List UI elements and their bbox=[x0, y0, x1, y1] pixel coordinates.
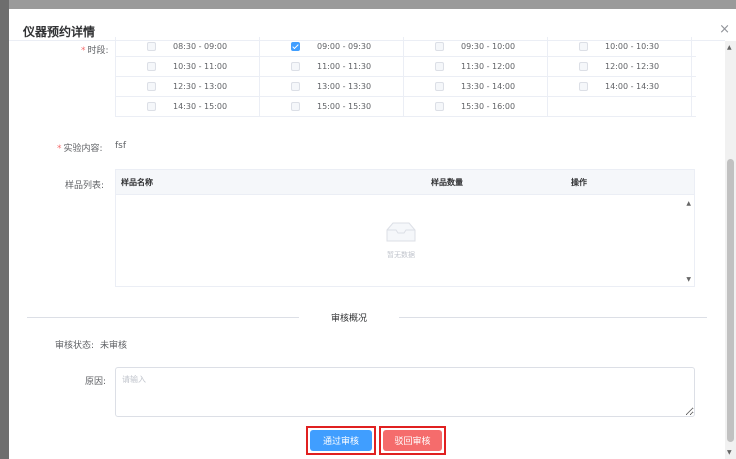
time-slot-grid: 08:30 - 09:00 09:00 - 09:30 09:30 - 10:00 1… bbox=[115, 37, 696, 117]
time-slot-label-text: 09:30 - 10:00 bbox=[461, 42, 516, 51]
checkbox-icon[interactable] bbox=[579, 82, 588, 91]
checkbox-icon[interactable] bbox=[579, 62, 588, 71]
empty-data-text: 暂无数据 bbox=[387, 251, 415, 259]
time-slot-label-text: 时段: bbox=[87, 46, 109, 56]
time-slot-label-text: 14:30 - 15:00 bbox=[173, 102, 228, 111]
reject-button[interactable]: 驳回审核 bbox=[383, 430, 442, 451]
time-slot-label-text: 08:30 - 09:00 bbox=[173, 42, 228, 51]
time-slot-label-text: 12:30 - 13:00 bbox=[173, 82, 228, 91]
sample-list-label: 样品列表: bbox=[65, 181, 105, 191]
time-slot-option[interactable]: 10:30 - 11:00 bbox=[116, 57, 260, 76]
time-slot-label-text: 13:30 - 14:00 bbox=[461, 82, 516, 91]
column-header-actions: 操作 bbox=[571, 177, 587, 187]
time-slot-label-text: 10:00 - 10:30 bbox=[605, 42, 660, 51]
required-mark: * bbox=[57, 144, 62, 154]
time-slot-label-text: 15:30 - 16:00 bbox=[461, 102, 516, 111]
time-slot-row: 10:30 - 11:00 11:00 - 11:30 11:30 - 12:00 1… bbox=[116, 57, 696, 77]
time-slot-option[interactable]: 11:00 - 11:30 bbox=[260, 57, 404, 76]
time-slot-option[interactable]: 11:30 - 12:00 bbox=[404, 57, 548, 76]
checkbox-icon[interactable] bbox=[435, 62, 444, 71]
checkbox-icon[interactable] bbox=[291, 102, 300, 111]
close-icon[interactable]: × bbox=[719, 23, 730, 36]
checkbox-icon[interactable] bbox=[291, 62, 300, 71]
review-status-label: 审核状态: bbox=[55, 341, 95, 351]
checkbox-icon[interactable] bbox=[579, 42, 588, 51]
sample-table-header: 样品名称 样品数量 操作 bbox=[116, 170, 694, 195]
scroll-up-arrow[interactable]: ▲ bbox=[727, 44, 732, 51]
checkbox-icon[interactable] bbox=[435, 102, 444, 111]
checkbox-icon[interactable] bbox=[147, 42, 156, 51]
dialog-title: 仪器预约详情 bbox=[23, 25, 96, 39]
empty-box-icon bbox=[386, 222, 416, 242]
column-header-sample-quantity: 样品数量 bbox=[431, 177, 463, 187]
time-slot-option[interactable]: 12:30 - 13:00 bbox=[116, 77, 260, 96]
content-label: * 实验内容: bbox=[57, 141, 103, 154]
time-slot-option[interactable]: 09:30 - 10:00 bbox=[404, 37, 548, 56]
time-slot-option[interactable]: 15:00 - 15:30 bbox=[260, 97, 404, 116]
time-slot-option[interactable]: 13:30 - 14:00 bbox=[404, 77, 548, 96]
reason-label: 原因: bbox=[85, 377, 107, 387]
dialog-scrollbar[interactable]: ▲ ▼ bbox=[725, 41, 736, 459]
review-status-value: 未审核 bbox=[100, 341, 128, 351]
approve-button[interactable]: 通过审核 bbox=[310, 430, 372, 451]
time-slot-option[interactable]: 12:00 - 12:30 bbox=[548, 57, 692, 76]
time-slot-label-text: 12:00 - 12:30 bbox=[605, 62, 660, 71]
time-slot-label-text: 15:00 - 15:30 bbox=[317, 102, 372, 111]
content-value: fsf bbox=[115, 141, 127, 151]
time-slot-label-text: 11:30 - 12:00 bbox=[461, 62, 516, 71]
time-slot-label-text: 11:00 - 11:30 bbox=[317, 62, 372, 71]
time-slot-option[interactable]: 14:30 - 15:00 bbox=[116, 97, 260, 116]
background-edge-left bbox=[0, 0, 9, 459]
time-slot-option[interactable]: 10:00 - 10:30 bbox=[548, 37, 692, 56]
scroll-down-arrow[interactable]: ▼ bbox=[727, 449, 732, 456]
checkbox-icon[interactable] bbox=[147, 62, 156, 71]
time-slot-row: 12:30 - 13:00 13:00 - 13:30 13:30 - 14:00 1… bbox=[116, 77, 696, 97]
checkbox-icon[interactable] bbox=[435, 82, 444, 91]
time-slot-option[interactable]: 15:30 - 16:00 bbox=[404, 97, 548, 116]
time-slot-label-text: 10:30 - 11:00 bbox=[173, 62, 228, 71]
sample-table: 样品名称 样品数量 操作 暂无数据 ▲ ▼ bbox=[115, 169, 695, 287]
table-scroll-down-arrow[interactable]: ▼ bbox=[686, 276, 691, 283]
time-slot-option[interactable]: 08:30 - 09:00 bbox=[116, 37, 260, 56]
time-slot-option[interactable]: 13:00 - 13:30 bbox=[260, 77, 404, 96]
table-scroll-up-arrow[interactable]: ▲ bbox=[686, 200, 691, 207]
checkbox-icon[interactable] bbox=[147, 82, 156, 91]
review-section-title: 审核概况 bbox=[299, 311, 399, 324]
time-slot-row: 14:30 - 15:00 15:00 - 15:30 15:30 - 16:00 bbox=[116, 97, 696, 117]
checkbox-icon[interactable] bbox=[291, 82, 300, 91]
time-slot-label-text: 13:00 - 13:30 bbox=[317, 82, 372, 91]
scrollbar-thumb[interactable] bbox=[727, 159, 734, 442]
checkbox-icon[interactable] bbox=[435, 42, 444, 51]
required-mark: * bbox=[81, 46, 86, 56]
time-slot-option[interactable]: 14:00 - 14:30 bbox=[548, 77, 692, 96]
reason-input[interactable] bbox=[115, 367, 695, 417]
checkbox-checked-icon[interactable] bbox=[291, 42, 300, 51]
time-slot-option[interactable]: 09:00 - 09:30 bbox=[260, 37, 404, 56]
checkbox-icon[interactable] bbox=[147, 102, 156, 111]
time-slot-label-text: 14:00 - 14:30 bbox=[605, 82, 660, 91]
reservation-detail-dialog: 仪器预约详情 × * 时段: 08:30 - 09:00 09:00 - 09:30… bbox=[9, 9, 736, 459]
column-header-sample-name: 样品名称 bbox=[121, 177, 153, 187]
content-label-text: 实验内容: bbox=[63, 144, 103, 154]
time-slot-row: 08:30 - 09:00 09:00 - 09:30 09:30 - 10:00 1… bbox=[116, 37, 696, 57]
time-slot-label: * 时段: bbox=[81, 43, 109, 56]
time-slot-empty-cell bbox=[548, 97, 692, 116]
background-edge-top bbox=[9, 0, 736, 9]
time-slot-label-text: 09:00 - 09:30 bbox=[317, 42, 372, 51]
